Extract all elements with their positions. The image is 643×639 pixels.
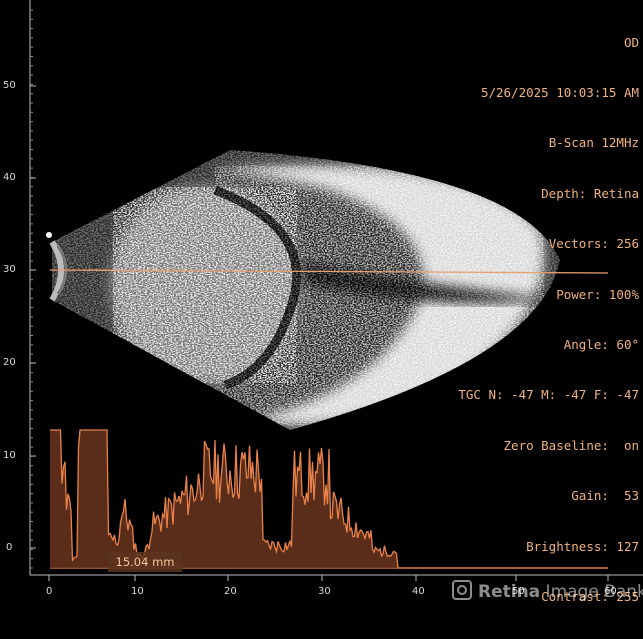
scan-mode: B-Scan 12MHz	[548, 135, 639, 151]
scan-datetime: 5/26/2025 10:03:15 AM	[480, 84, 639, 100]
y-axis-ticks	[30, 9, 36, 569]
y-tick-label: 50	[3, 80, 16, 91]
ultrasound-viewport[interactable]: 50 40 30 20 10 0 0 10 20 30 40 50 60 OD …	[0, 0, 643, 604]
watermark-brand: Retina	[478, 582, 541, 602]
zero-baseline-setting: Zero Baseline: on	[503, 437, 639, 453]
depth-setting: Depth: Retina	[541, 185, 639, 201]
y-tick-label: 20	[3, 357, 16, 368]
eye-label: OD	[623, 34, 639, 50]
x-tick-label: 20	[224, 586, 237, 597]
x-tick-label: 40	[412, 586, 425, 597]
x-tick-label: 10	[131, 586, 144, 597]
scan-info-panel: OD 5/26/2025 10:03:15 AM B-Scan 12MHz De…	[458, 1, 639, 639]
retina-logo-icon	[452, 580, 472, 600]
marker-dot	[46, 232, 52, 238]
y-tick-label: 0	[6, 542, 13, 553]
watermark: Retina Image Bank	[452, 580, 643, 602]
y-tick-label: 10	[3, 450, 16, 461]
angle-setting: Angle: 60°	[563, 336, 639, 352]
x-tick-label: 0	[46, 586, 53, 597]
tgc-setting: TGC N: -47 M: -47 F: -47	[458, 387, 639, 403]
vectors-setting: Vectors: 256	[548, 236, 639, 252]
y-tick-label: 30	[3, 264, 16, 275]
gain-setting: Gain: 53	[571, 488, 639, 504]
brightness-setting: Brightness: 127	[526, 538, 639, 554]
power-setting: Power: 100%	[556, 286, 639, 302]
y-tick-label: 40	[3, 172, 16, 183]
watermark-suffix: Image Bank	[540, 582, 643, 602]
measurement-label[interactable]: 15.04 mm	[108, 552, 182, 572]
x-tick-label: 30	[318, 586, 331, 597]
